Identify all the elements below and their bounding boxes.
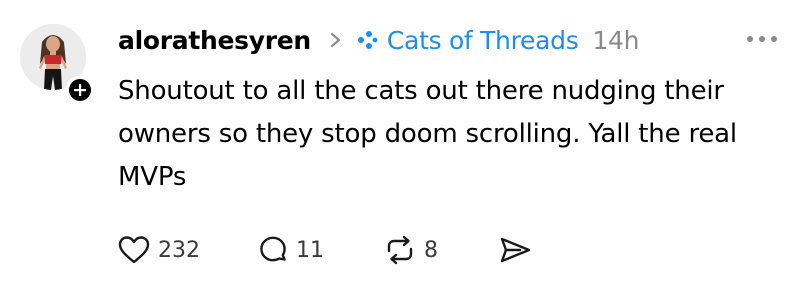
thread-post: alorathesyren Cats of Threads 14h Shouto… [0,0,800,304]
post-timestamp: 14h [592,25,640,55]
reply-count: 11 [296,237,324,263]
follow-button[interactable] [66,76,94,104]
more-options-button[interactable] [742,28,782,50]
chevron-right-icon [329,30,343,50]
username-link[interactable]: alorathesyren [118,26,311,55]
community-link[interactable]: Cats of Threads [387,26,579,55]
repost-icon [387,235,413,265]
avatar-container [20,24,94,104]
comment-icon [260,236,286,262]
repost-button[interactable]: 8 [384,235,498,265]
share-button[interactable] [498,235,532,265]
post-actions: 232 11 8 [118,232,532,268]
repost-count: 8 [424,237,438,263]
reply-button[interactable]: 11 [258,235,384,265]
post-body-text: Shoutout to all the cats out there nudgi… [118,76,737,192]
community-dots-icon [355,28,379,52]
post-header: alorathesyren Cats of Threads 14h [118,20,640,60]
heart-icon [118,236,150,264]
like-count: 232 [158,237,200,263]
plus-icon [74,84,86,96]
more-horizontal-icon [747,36,777,42]
send-icon [500,237,531,263]
like-button[interactable]: 232 [118,235,258,265]
